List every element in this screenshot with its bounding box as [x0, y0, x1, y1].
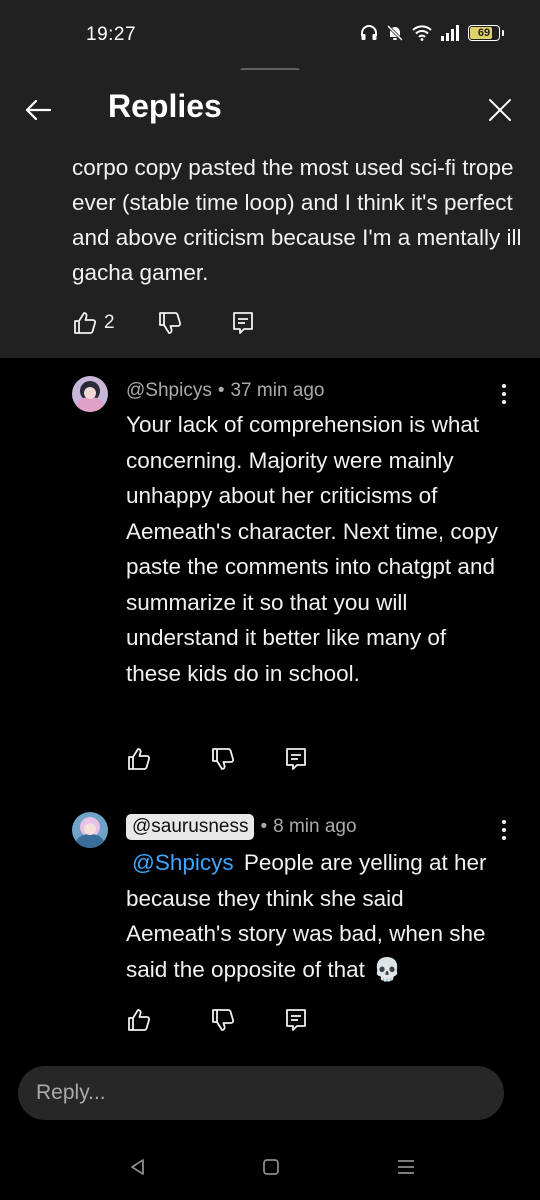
thumbs-down-icon [212, 748, 235, 770]
close-icon [489, 99, 511, 121]
reply-actions [126, 746, 308, 772]
thumbs-down-icon [212, 1009, 235, 1031]
thumbs-down-icon [158, 312, 181, 334]
square-home-icon [263, 1159, 279, 1175]
thumbs-up-icon [128, 1009, 151, 1031]
reply-bar [18, 1066, 504, 1120]
arrow-left-icon [25, 99, 52, 121]
status-icons: 69 [360, 24, 504, 42]
back-button[interactable] [18, 90, 58, 130]
dislike-button[interactable] [210, 1007, 236, 1033]
avatar[interactable] [72, 376, 108, 412]
like-button[interactable] [126, 746, 152, 772]
reply-comment-icon [286, 1009, 306, 1031]
mute-bell-icon [386, 24, 404, 42]
dislike-button[interactable] [210, 746, 236, 772]
status-time: 19:27 [86, 24, 137, 45]
skull-emoji: 💀 [373, 956, 402, 982]
reply-comment-icon [286, 748, 306, 770]
signal-icon [441, 25, 459, 41]
triangle-back-icon [131, 1159, 144, 1175]
thumbs-up-icon [74, 312, 97, 334]
nav-back-button[interactable] [124, 1155, 152, 1179]
parent-comment-actions: 2 [72, 310, 255, 336]
nav-home-button[interactable] [257, 1155, 285, 1179]
comment-time: 37 min ago [230, 380, 325, 401]
battery-icon: 69 [468, 25, 500, 41]
kebab-menu-icon [502, 384, 506, 388]
menu-lines-icon [398, 1160, 414, 1174]
kebab-menu-icon [502, 820, 506, 824]
more-options-button[interactable] [494, 814, 514, 846]
comment-author-highlighted[interactable]: @saurusness [126, 814, 255, 840]
headphones-icon [361, 25, 377, 40]
parent-comment-text: corpo copy pasted the most used sci-fi t… [72, 155, 522, 285]
page-title: Replies [108, 88, 222, 124]
like-button[interactable]: 2 [72, 310, 115, 336]
comment-author[interactable]: @Shpicys [126, 380, 212, 402]
comment-time: 8 min ago [273, 816, 357, 837]
battery-level: 69 [477, 27, 491, 39]
reply-text: @Shpicys People are yelling at her becau… [126, 845, 496, 987]
reply-text: Your lack of comprehension is what conce… [126, 412, 498, 686]
more-options-button[interactable] [494, 378, 514, 410]
reply-meta: @saurusness • 8 min ago [126, 814, 357, 840]
thumbs-up-icon [128, 748, 151, 770]
reply-input[interactable] [36, 1066, 486, 1120]
status-bar: 19:27 69 [0, 0, 540, 70]
reply-button[interactable] [284, 746, 308, 772]
mention-link[interactable]: @Shpicys [132, 850, 234, 875]
like-button[interactable] [126, 1007, 152, 1033]
battery-tip [502, 30, 504, 36]
meta-separator: • [260, 816, 268, 837]
meta-separator: • [217, 380, 225, 401]
reply-meta: @Shpicys • 37 min ago [126, 380, 325, 402]
avatar[interactable] [72, 812, 108, 848]
header [0, 70, 540, 146]
nav-recents-button[interactable] [392, 1155, 420, 1179]
reply-actions [126, 1007, 308, 1033]
like-count: 2 [104, 312, 115, 333]
close-button[interactable] [480, 90, 520, 130]
reply-button[interactable] [284, 1007, 308, 1033]
reply-button[interactable] [231, 310, 255, 336]
wifi-icon [412, 25, 432, 41]
reply-comment-icon [232, 312, 253, 334]
dislike-button[interactable] [157, 310, 183, 336]
